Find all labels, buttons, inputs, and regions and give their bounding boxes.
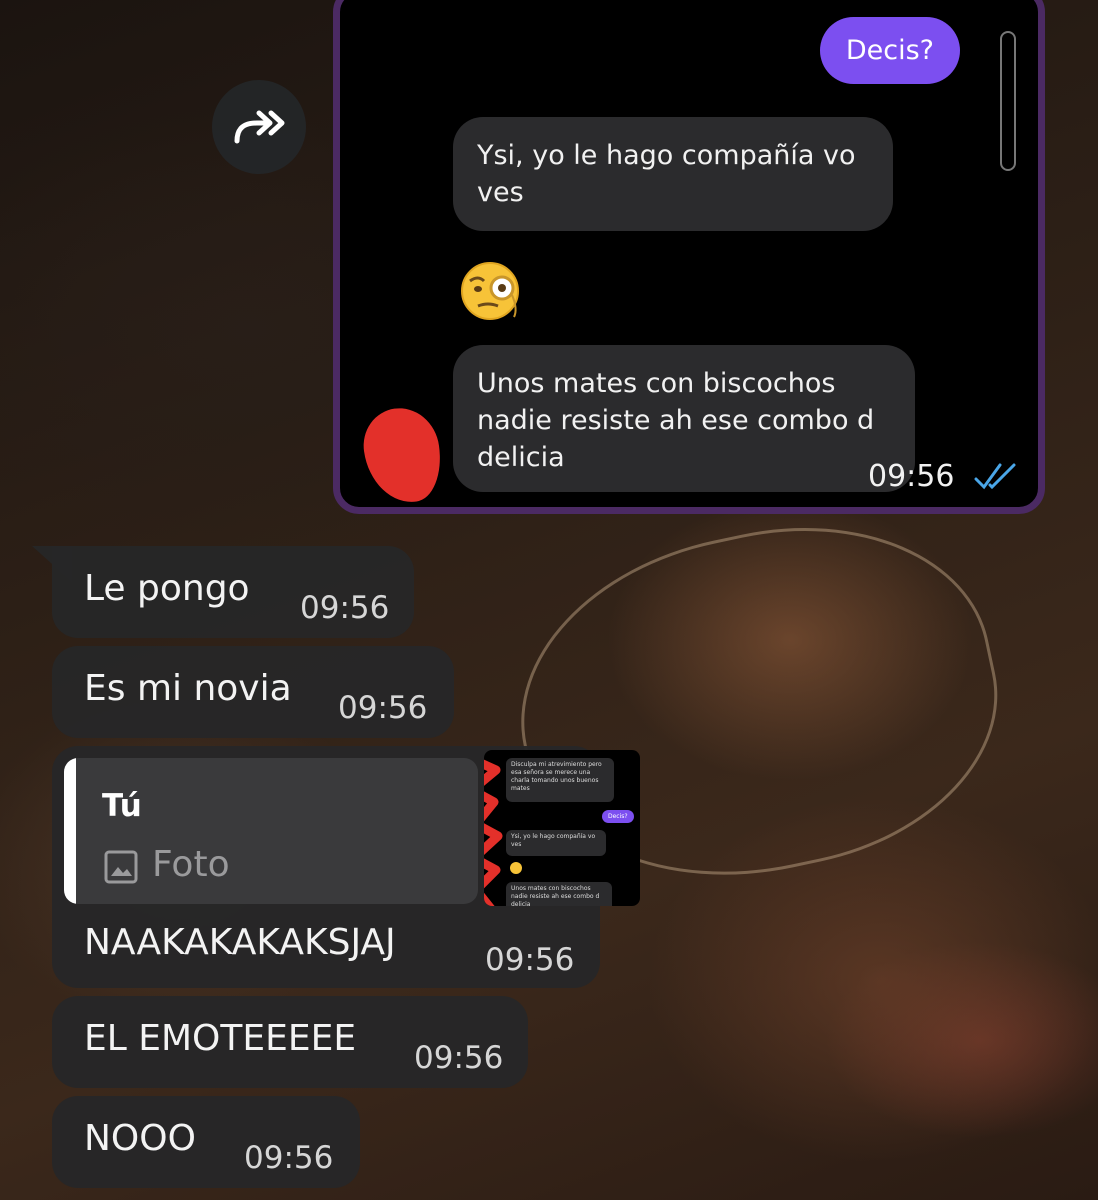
thumbnail-message: Disculpa mi atrevimiento pero esa señora… bbox=[506, 758, 614, 802]
message-time: 09:56 bbox=[300, 590, 390, 626]
message-bubble[interactable]: Le pongo 09:56 bbox=[52, 546, 414, 638]
monocle-face-emoji-icon bbox=[461, 262, 519, 320]
reply-author: Tú bbox=[102, 788, 142, 824]
message-time: 09:56 bbox=[414, 1040, 504, 1076]
reply-thumbnail[interactable]: Disculpa mi atrevimiento pero esa señora… bbox=[484, 750, 640, 906]
message-time: 09:56 bbox=[868, 459, 955, 494]
message-text: NAAKAKAKAKSJAJ bbox=[84, 922, 396, 963]
thumbnail-sent-message: Decis? bbox=[602, 810, 634, 823]
message-text: EL EMOTEEEEE bbox=[84, 1018, 357, 1059]
message-time: 09:56 bbox=[485, 942, 575, 978]
message-text: Le pongo bbox=[84, 568, 250, 609]
reply-preview[interactable]: Tú Foto bbox=[64, 758, 478, 904]
reply-accent-bar bbox=[64, 758, 76, 904]
shared-screenshot[interactable]: Decis? Ysi, yo le hago compañía vo ves U… bbox=[333, 0, 1045, 514]
thumbnail-message: Unos mates con biscochos nadie resiste a… bbox=[506, 882, 612, 906]
message-time: 09:56 bbox=[244, 1140, 334, 1176]
image-icon bbox=[104, 850, 138, 884]
forward-button[interactable] bbox=[212, 80, 306, 174]
received-message-bubble: Unos mates con biscochos nadie resiste a… bbox=[453, 345, 915, 492]
scrollbar[interactable] bbox=[1000, 31, 1016, 171]
thumbnail-message: Ysi, yo le hago compañía vo ves bbox=[506, 830, 606, 856]
message-text: NOOO bbox=[84, 1118, 196, 1159]
received-message-bubble: Ysi, yo le hago compañía vo ves bbox=[453, 117, 893, 231]
sent-message-bubble: Decis? bbox=[819, 17, 960, 84]
message-bubble[interactable]: Es mi novia 09:56 bbox=[52, 646, 454, 738]
thumbnail-emoji bbox=[510, 862, 522, 874]
message-time: 09:56 bbox=[338, 690, 428, 726]
message-bubble-with-reply[interactable]: Tú Foto Disculpa mi atrevimiento pero es… bbox=[52, 746, 640, 988]
double-check-icon bbox=[974, 463, 1016, 490]
redaction-scribble bbox=[484, 750, 503, 906]
message-text: Es mi novia bbox=[84, 668, 292, 709]
forward-arrow-icon bbox=[234, 110, 285, 144]
message-bubble[interactable]: NOOO 09:56 bbox=[52, 1096, 360, 1188]
reply-type: Foto bbox=[152, 844, 230, 885]
message-bubble[interactable]: EL EMOTEEEEE 09:56 bbox=[52, 996, 528, 1088]
